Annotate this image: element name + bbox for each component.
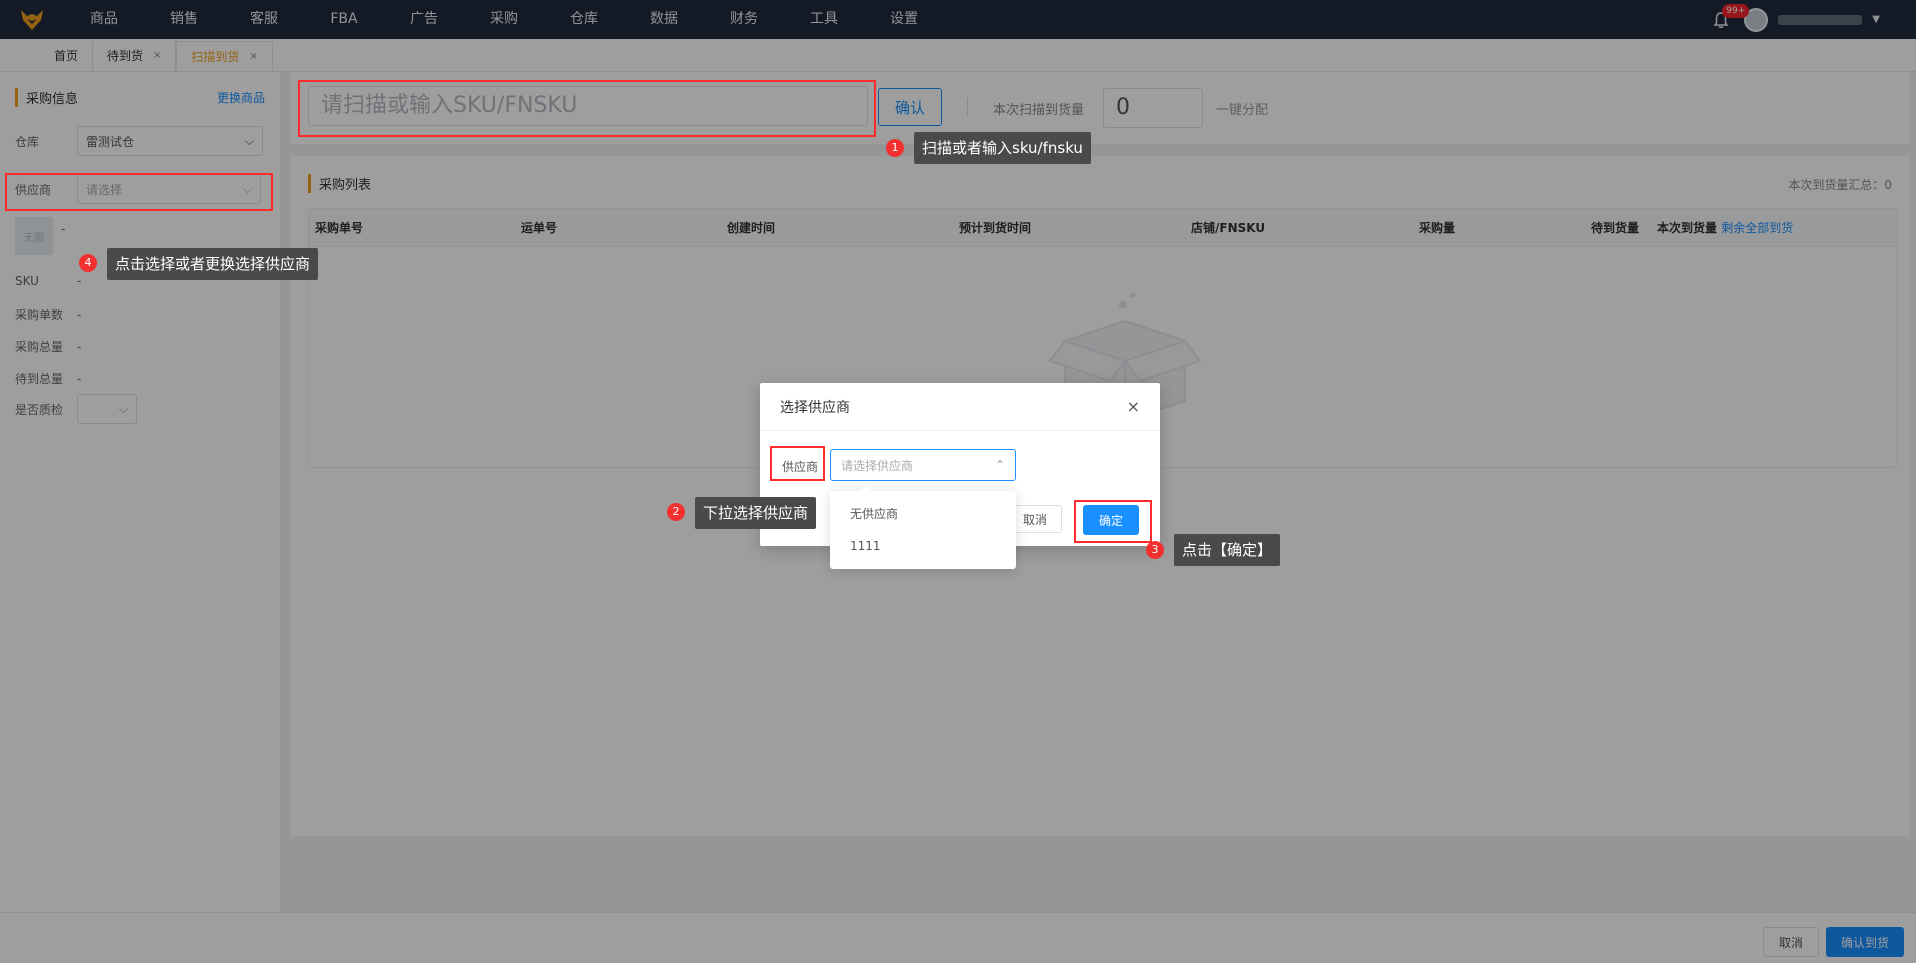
dialog-cancel-button[interactable]: 取消 (1008, 505, 1062, 533)
annotation-number-4: 4 (79, 254, 97, 272)
highlight-scan-input (298, 80, 876, 137)
annotation-number-3: 3 (1146, 541, 1164, 559)
dropdown-option-no-supplier[interactable]: 无供应商 (830, 498, 1016, 530)
highlight-supplier-select (5, 173, 273, 211)
annotation-number-1: 1 (886, 139, 904, 157)
highlight-dialog-ok (1074, 500, 1152, 543)
highlight-dialog-label (770, 446, 825, 481)
annotation-number-2: 2 (667, 503, 685, 521)
dialog-title: 选择供应商 (780, 399, 850, 416)
dialog-supplier-placeholder: 请选择供应商 (841, 458, 914, 473)
annotation-tip-3: 点击【确定】 (1174, 534, 1281, 566)
dialog-supplier-select[interactable]: 请选择供应商 ⌃ (830, 449, 1016, 481)
supplier-dropdown: 无供应商 1111 (830, 485, 1016, 569)
dialog-header: 选择供应商 × (760, 383, 1160, 431)
close-icon[interactable]: × (1127, 397, 1140, 416)
annotation-tip-2: 下拉选择供应商 (695, 497, 817, 529)
chevron-up-icon: ⌃ (994, 458, 1005, 472)
annotation-tip-1: 扫描或者输入sku/fnsku (914, 132, 1091, 164)
dropdown-option-1111[interactable]: 1111 (830, 530, 1016, 562)
annotation-tip-4: 点击选择或者更换选择供应商 (107, 248, 319, 280)
